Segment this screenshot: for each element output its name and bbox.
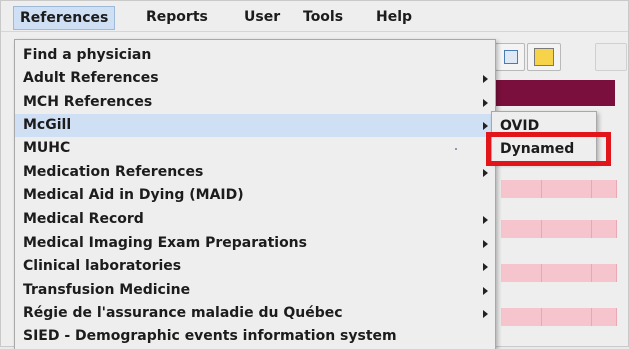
highlight-annotation — [486, 132, 611, 166]
menu-help[interactable]: Help — [370, 6, 418, 28]
document-stack-button[interactable] — [527, 43, 561, 71]
submenu-arrow-icon — [483, 99, 488, 107]
submenu-arrow-icon — [483, 216, 488, 224]
menu-tools-label: Tools — [303, 9, 344, 25]
menu-item-adult-references[interactable]: Adult References — [15, 67, 495, 90]
menu-item-muhc[interactable]: MUHC — [15, 137, 495, 160]
menu-item-mch-references[interactable]: MCH References — [15, 91, 495, 114]
grid-row[interactable] — [501, 180, 617, 198]
menu-reports-label: Reports — [146, 9, 208, 25]
menu-item-find-a-physician[interactable]: Find a physician — [15, 44, 495, 67]
submenu-arrow-icon — [483, 75, 488, 83]
menu-item-label: MCH References — [23, 94, 153, 110]
menu-item-medical-imaging-exam-preparations[interactable]: Medical Imaging Exam Preparations — [15, 232, 495, 255]
menu-item-mcgill[interactable]: McGill — [15, 114, 495, 137]
menu-item-label: Find a physician — [23, 47, 152, 63]
menu-help-label: Help — [376, 9, 413, 25]
menu-references-label: References — [20, 10, 109, 26]
menu-item-label: Adult References — [23, 70, 159, 86]
submenu-arrow-icon — [483, 169, 488, 177]
menu-item-label: Medication References — [23, 164, 204, 180]
header-bar — [494, 80, 615, 106]
menu-item-label: Medical Record — [23, 211, 144, 227]
menu-item-label: McGill — [23, 117, 72, 133]
document-stack-icon — [534, 48, 554, 66]
submenu-arrow-icon — [483, 122, 488, 130]
grid-row[interactable] — [501, 308, 617, 326]
menu-item-transfusion-medicine[interactable]: Transfusion Medicine — [15, 279, 495, 302]
references-dropdown-menu: Find a physician Adult References MCH Re… — [14, 39, 496, 349]
menu-item-label: Régie de l'assurance maladie du Québec — [23, 305, 343, 321]
grid-row[interactable] — [501, 264, 617, 282]
menu-tools[interactable]: Tools — [297, 6, 349, 28]
submenu-arrow-icon — [483, 240, 488, 248]
menu-item-label: Transfusion Medicine — [23, 282, 191, 298]
grid-row[interactable] — [501, 220, 617, 238]
menu-item-label: SIED - Demographic events information sy… — [23, 328, 397, 344]
submenu-arrow-icon — [483, 310, 488, 318]
submenu-arrow-icon — [483, 263, 488, 271]
toolbar-button-disabled[interactable] — [595, 43, 627, 71]
menu-item-label: Medical Imaging Exam Preparations — [23, 235, 307, 251]
menu-item-medical-aid-in-dying[interactable]: Medical Aid in Dying (MAID) — [15, 184, 495, 207]
menu-item-ramq[interactable]: Régie de l'assurance maladie du Québec — [15, 302, 495, 325]
menu-user[interactable]: User — [238, 6, 286, 28]
menu-item-sied[interactable]: SIED - Demographic events information sy… — [15, 325, 495, 348]
menu-item-label: Medical Aid in Dying (MAID) — [23, 187, 244, 203]
menu-item-medication-references[interactable]: Medication References — [15, 161, 495, 184]
separator-dot — [455, 148, 457, 150]
menu-reports[interactable]: Reports — [140, 6, 214, 28]
submenu-arrow-icon — [483, 287, 488, 295]
menu-item-medical-record[interactable]: Medical Record — [15, 208, 495, 231]
menu-references[interactable]: References — [13, 6, 116, 30]
toolbar-button[interactable] — [495, 43, 525, 71]
menu-user-label: User — [244, 9, 281, 25]
toolbar-button-icon — [504, 50, 518, 64]
menu-item-label: Clinical laboratories — [23, 258, 182, 274]
menu-item-label: MUHC — [23, 140, 71, 156]
menu-item-clinical-laboratories[interactable]: Clinical laboratories — [15, 255, 495, 278]
menu-bar: References Reports User Tools Help — [1, 1, 628, 32]
application-window: References Reports User Tools Help Find … — [0, 0, 629, 349]
